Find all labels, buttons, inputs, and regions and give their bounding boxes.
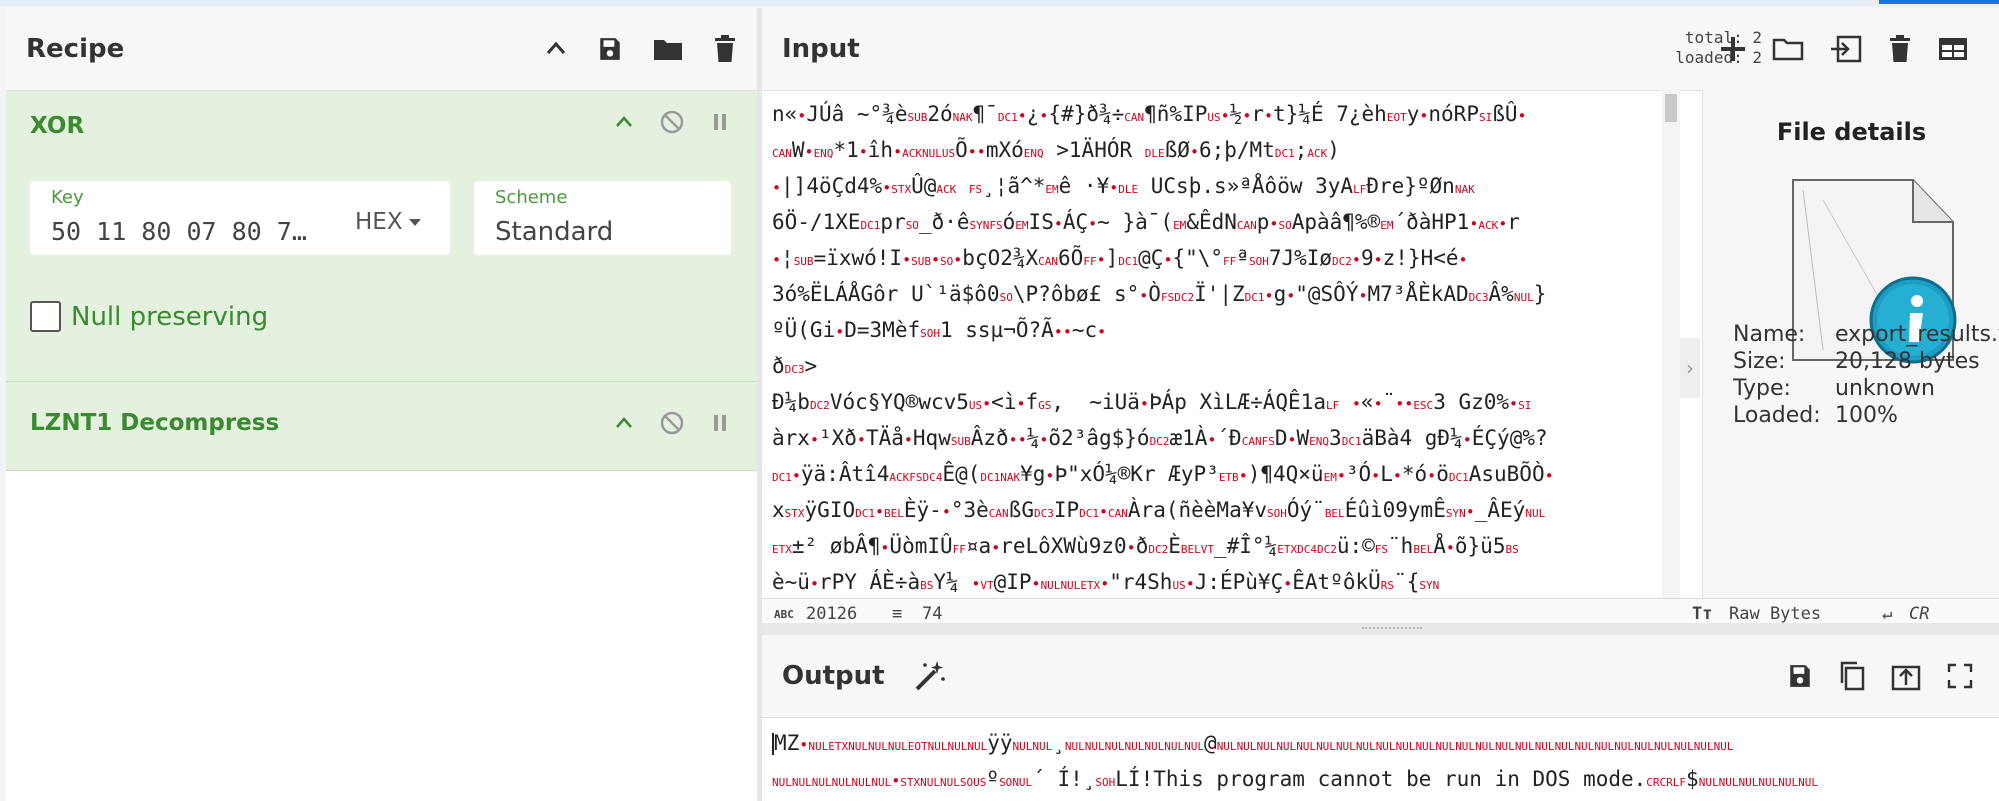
key-format-dropdown[interactable]: HEX <box>355 209 421 235</box>
breakpoint-pause-icon[interactable] <box>711 412 729 434</box>
input-line: 6Ö-/1XEDC1prSO_ð·êSYNFSóEMIS•ÁÇ•~ }à¯(EM… <box>772 210 1520 234</box>
text-encoding[interactable]: Raw Bytes <box>1729 604 1821 624</box>
file-size-value: 20,128 bytes <box>1835 349 1980 374</box>
input-scrollbar[interactable] <box>1662 90 1680 598</box>
character-count-icon: ABC <box>774 608 794 621</box>
load-recipe-folder-icon[interactable] <box>653 36 683 62</box>
file-size-label: Size: <box>1733 349 1786 374</box>
file-loaded-value: 100% <box>1835 403 1898 428</box>
scrollbar-thumb[interactable] <box>1665 94 1677 122</box>
horizontal-splitter[interactable] <box>762 623 1999 635</box>
file-loaded-row: Loaded: 100% <box>1733 403 1898 428</box>
eol-icon[interactable]: ↵ <box>1882 604 1892 624</box>
input-line: •¦SUB=ïxwó!I•SUB•SO•bçO2¾XCAN6ÕFF•]DC1@Ç… <box>772 246 1468 270</box>
input-line: n«•JÚâ ~°¾èSUB2óNAK¶¯DC1•¿•{#}ð¾÷CAN¶ñ%I… <box>772 102 1527 126</box>
character-count: 20126 <box>806 604 858 624</box>
layout-icon[interactable] <box>1938 36 1968 62</box>
key-label: Key <box>51 187 84 208</box>
collapse-details-chevron-icon[interactable]: › <box>1680 338 1700 398</box>
output-line: MZ•NULETXNULNULNULEOTNULNULNULÿÿNULNUL¸N… <box>772 731 1734 755</box>
line-count-icon: ≡ <box>892 604 903 624</box>
file-type-label: Type: <box>1733 376 1791 401</box>
file-name-row: Name: export_results.txt <box>1733 322 1999 347</box>
magic-wand-icon[interactable] <box>913 659 947 693</box>
splitter-grip[interactable] <box>1362 627 1422 632</box>
replace-input-with-output-icon[interactable] <box>1891 661 1921 691</box>
collapse-operation-icon[interactable] <box>615 416 633 430</box>
input-line: Ð¼bDC2Vóc§YQ®wcv5US•<ì•fGS, ~iUä•ÞÁp XìL… <box>772 390 1532 414</box>
top-accent <box>1879 0 1999 4</box>
breakpoint-pause-icon[interactable] <box>711 111 729 133</box>
recipe-header: Recipe <box>6 8 757 91</box>
text-encoding-icon[interactable]: Tт <box>1692 604 1712 624</box>
open-file-input-icon[interactable] <box>1830 35 1862 63</box>
line-count: 74 <box>922 604 943 624</box>
disable-operation-icon[interactable] <box>659 410 685 436</box>
output-line: NULNULNULNULNULNUL•STXNULNULSOUSºSONUL´ … <box>772 767 1818 791</box>
open-folder-icon[interactable] <box>1772 36 1804 62</box>
copy-output-icon[interactable] <box>1839 661 1865 691</box>
input-line: 3ó%ËLÁÅGôr U`¹ä$ô0SO\P?ôbø£ s°•ÒFSDC2Ï'|… <box>772 282 1547 306</box>
chevron-down-icon <box>408 218 421 226</box>
collapse-all-icon[interactable] <box>545 38 567 60</box>
output-text-area[interactable]: MZ•NULETXNULNULNULEOTNULNULNULÿÿNULNUL¸N… <box>772 727 1999 801</box>
operation-name: XOR <box>30 113 85 139</box>
file-details-panel: File details Name: export_results.txt Siz… <box>1702 90 1999 598</box>
input-text-area[interactable]: n«•JÚâ ~°¾èSUB2óNAK¶¯DC1•¿•{#}ð¾÷CAN¶ñ%I… <box>772 98 1662 593</box>
input-line: DC1•ÿä:Âtî4ACKFSDC4Ê@(DC1NAK¥g•Þ"xÓ¼®Kr … <box>772 462 1554 486</box>
input-line: àrx•¹Xð•TÄå•HqwSUBÂzð••¼•õ2³âg$}óDC2æ1À•… <box>772 426 1548 450</box>
input-line: •|]4öÇd4%•STXÛ@ACK FS¸¦ã^*EMê ·¥•DLE UCs… <box>772 174 1475 198</box>
clear-input-trash-icon[interactable] <box>1888 35 1912 63</box>
clear-recipe-trash-icon[interactable] <box>713 35 737 63</box>
disable-operation-icon[interactable] <box>659 109 685 135</box>
input-line: ðDC3> <box>772 354 818 378</box>
save-output-icon[interactable] <box>1787 663 1813 689</box>
input-title: Input <box>782 34 860 64</box>
input-line: è~ü•rPY ÁÈ÷àBSY¼ •VT@IP•NULNULETX•"r4ShU… <box>772 570 1440 593</box>
maximise-output-icon[interactable] <box>1947 663 1973 689</box>
output-pane: Output MZ•NULETXNULNULNULEOTNULNULNULÿÿN… <box>762 635 1999 801</box>
scheme-label: Scheme <box>495 187 568 208</box>
null-preserving-checkbox[interactable]: Null preserving <box>30 301 268 332</box>
input-line: ETX±² øbÂ¶•ÜòmIÛFF¤a•reLôXWù9z0•ðDC2ÈBEL… <box>772 534 1519 558</box>
key-format-value: HEX <box>355 209 403 235</box>
output-title: Output <box>782 661 885 691</box>
input-line: ºÜ(Gi•D=3MèfSOH1 ssµ¬Õ?Ã••~c• <box>772 318 1107 342</box>
input-line: CANW•ENQ*1•îh•ACKNULUSÕ••mXóENQ >1ÄHÓR D… <box>772 138 1340 162</box>
file-type-row: Type: unknown <box>1733 376 1935 401</box>
operation-lznt1-decompress[interactable]: LZNT1 Decompress <box>6 382 757 471</box>
add-input-icon[interactable] <box>1720 36 1746 62</box>
recipe-title: Recipe <box>26 34 125 64</box>
null-preserving-label: Null preserving <box>71 301 269 332</box>
collapse-operation-icon[interactable] <box>615 115 633 129</box>
file-loaded-label: Loaded: <box>1733 403 1821 428</box>
file-details-title: File details <box>1776 118 1927 146</box>
input-line: xSTXÿGIODC1•BELÈÿ-•°3èCANßGDC3IPDC1•CANÀ… <box>772 498 1546 522</box>
top-strip <box>0 0 1999 6</box>
save-recipe-icon[interactable] <box>597 36 623 62</box>
output-header: Output <box>762 635 1999 718</box>
key-field[interactable]: Key 50 11 80 07 80 7… HEX <box>30 181 450 255</box>
file-type-value: unknown <box>1835 376 1935 401</box>
operation-name: LZNT1 Decompress <box>30 410 280 436</box>
scheme-field[interactable]: Scheme Standard <box>474 181 731 255</box>
file-name-value: export_results.txt <box>1835 322 1999 347</box>
input-header: Input total: 2 loaded: 2 <box>762 8 1999 91</box>
file-size-row: Size: 20,128 bytes <box>1733 349 1980 374</box>
file-name-label: Name: <box>1733 322 1806 347</box>
key-input[interactable]: 50 11 80 07 80 7… <box>51 217 307 246</box>
scheme-select[interactable]: Standard <box>495 217 613 247</box>
recipe-pane: Recipe XOR Key 50 11 80 07 80 7… HEX Sch… <box>6 8 757 801</box>
operation-xor[interactable]: XOR Key 50 11 80 07 80 7… HEX Scheme Sta… <box>6 91 757 382</box>
checkbox-box[interactable] <box>30 301 61 332</box>
input-pane: Input total: 2 loaded: 2 n«•JÚâ ~°¾èSUB2… <box>762 8 1999 644</box>
